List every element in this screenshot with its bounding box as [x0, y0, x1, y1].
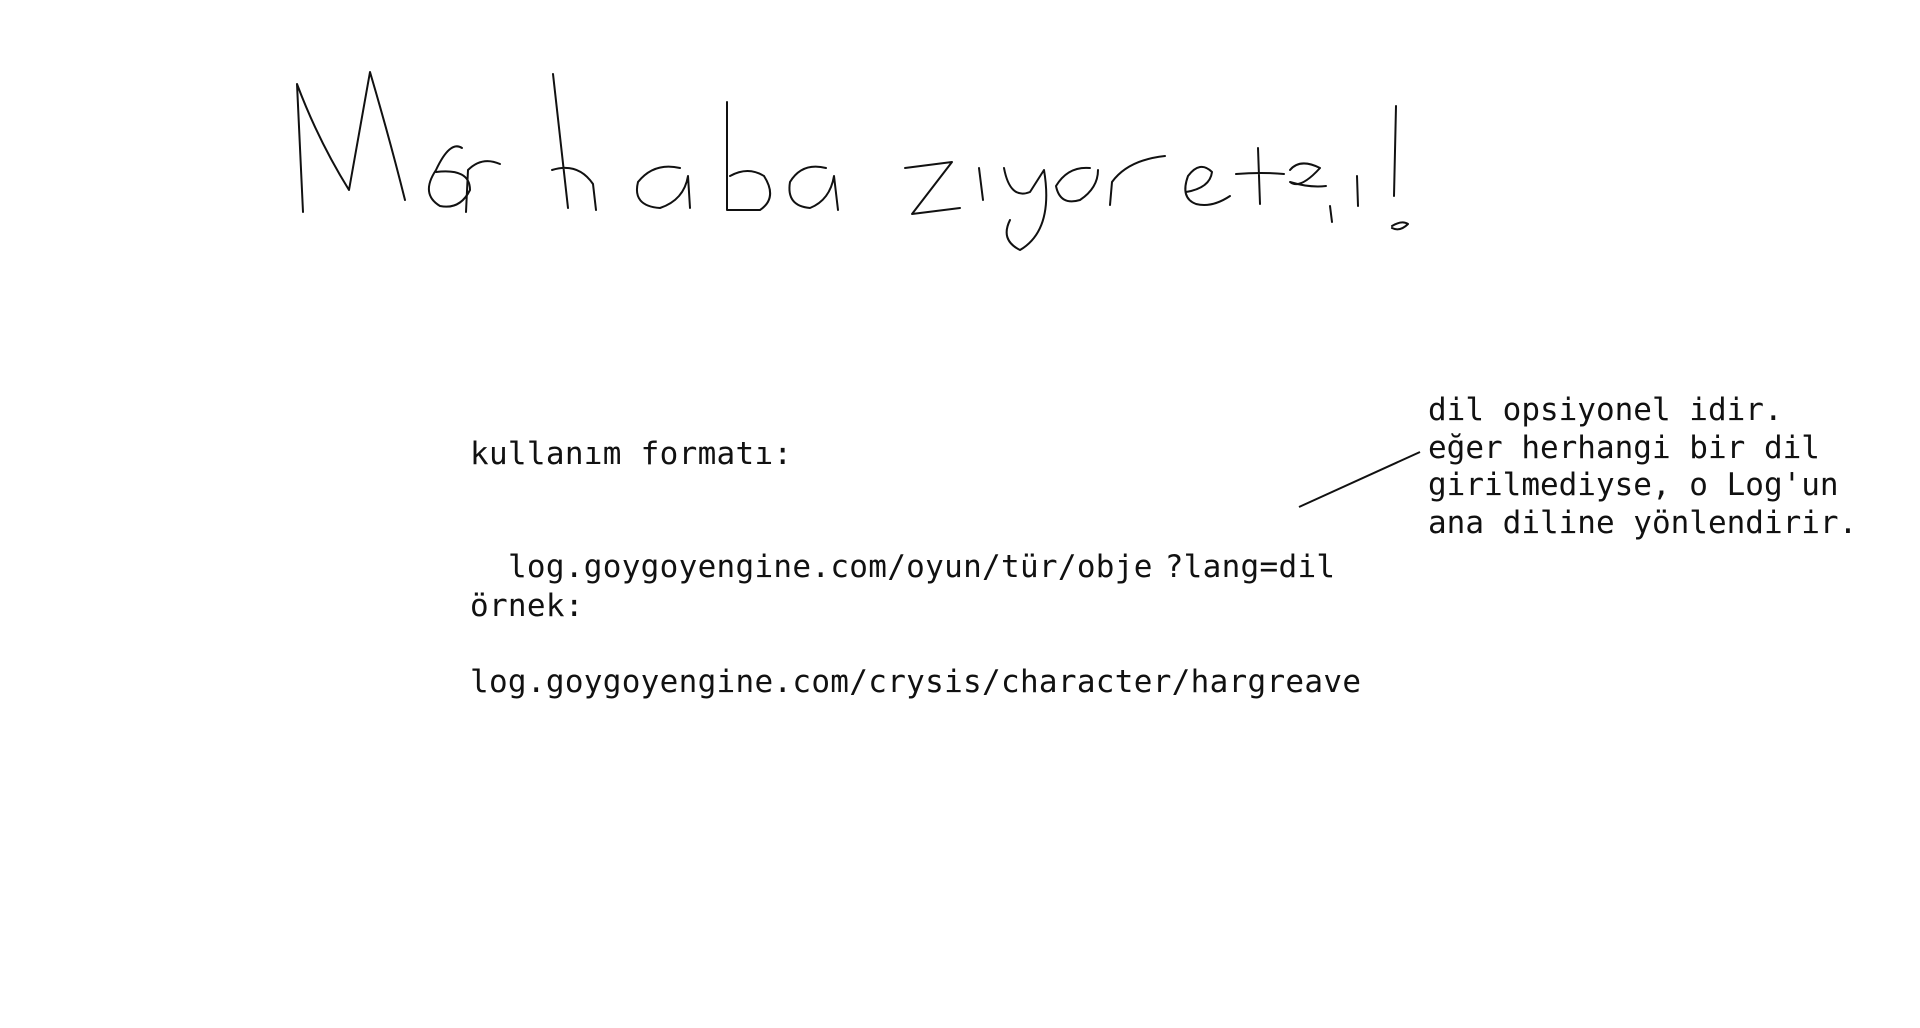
side-note: dil opsiyonel idir. eğer herhangi bir dil… [1428, 392, 1857, 542]
example-label: örnek: [470, 588, 584, 624]
usage-format-line: log.goygoyengine.com/oyun/tür/obje ?lang=… [470, 512, 1335, 586]
usage-format-label: kullanım formatı: [470, 436, 793, 472]
side-note-line-3: girilmediyse, o Log'un [1428, 467, 1839, 503]
side-note-line-1: dil opsiyonel idir. [1428, 392, 1783, 428]
side-note-line-4: ana diline yönlendirir. [1428, 504, 1858, 541]
usage-format-query: ?lang=dil [1164, 549, 1336, 586]
side-note-line-2: eğer herhangi bir dil [1428, 429, 1820, 466]
usage-format-url: log.goygoyengine.com/oyun/tür/obje [507, 549, 1153, 586]
example-url: log.goygoyengine.com/crysis/character/ha… [470, 664, 1362, 700]
